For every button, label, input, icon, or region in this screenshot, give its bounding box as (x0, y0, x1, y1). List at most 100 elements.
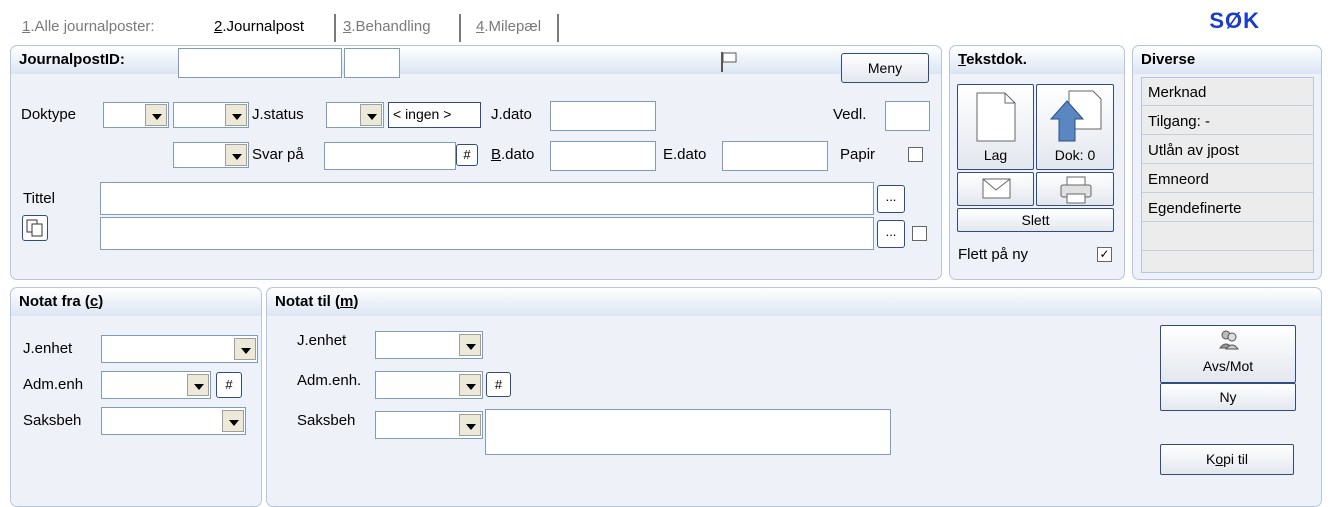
tekstdok-panel: Tekstdok. Lag Dok: 0 Slett Flett på ny ✓ (949, 45, 1125, 280)
svarpaa-label: Svar på (252, 146, 304, 163)
chevron-down-icon[interactable] (225, 104, 247, 126)
notat-fra-panel: Notat fra (c) J.enhet Adm.enh # Saksbeh (10, 287, 262, 507)
diverse-item-empty (1142, 223, 1313, 251)
document-icon (976, 92, 1016, 142)
diverse-item-tilgang[interactable]: Tilgang: - (1142, 107, 1313, 135)
diverse-panel: Diverse Merknad Tilgang: - Utlån av jpos… (1132, 45, 1322, 280)
edato-label: E.dato (663, 146, 707, 163)
tittel-1-ellipsis-button[interactable]: ... (877, 185, 905, 213)
diverse-item-egendefinerte[interactable]: Egendefinerte (1142, 194, 1313, 222)
panel-header (267, 288, 1321, 316)
diverse-item-emneord[interactable]: Emneord (1142, 165, 1313, 193)
doktype-label: Doktype (21, 106, 77, 123)
til-saksbeh-combo[interactable] (375, 411, 483, 439)
meny-button[interactable]: Meny (841, 53, 929, 83)
dok-button[interactable]: Dok: 0 (1036, 84, 1114, 170)
tab-behandling[interactable]: 3.Behandling (343, 18, 431, 35)
jstatus-combo[interactable] (326, 102, 384, 128)
tab-journalpost[interactable]: 2.Journalpost (214, 18, 304, 35)
jstatus-value[interactable]: < ingen > (388, 102, 481, 128)
tekstdok-title: Tekstdok. (958, 51, 1027, 68)
tittel-input-2[interactable] (100, 217, 874, 250)
journalpostid-suffix-input[interactable] (344, 48, 400, 78)
email-button[interactable] (957, 172, 1034, 206)
journalpost-panel: JournalpostID: Meny Doktype J.status < i… (10, 45, 942, 280)
til-admenh-hash-button[interactable]: # (486, 372, 511, 397)
tab-milepael[interactable]: 4.Milepæl (476, 18, 541, 35)
chevron-down-icon[interactable] (234, 338, 256, 360)
tittel-input-1[interactable] (100, 182, 874, 215)
chevron-down-icon[interactable] (225, 144, 247, 166)
tittel-label: Tittel (23, 190, 55, 207)
tittel-checkbox[interactable] (912, 226, 927, 241)
saksbeh-label: Saksbeh (297, 412, 356, 429)
notat-til-panel: Notat til (m) J.enhet Adm.enh. # Saksbeh… (266, 287, 1322, 507)
chevron-down-icon[interactable] (459, 414, 481, 436)
tab-separator (557, 14, 559, 42)
jdato-input[interactable] (550, 101, 656, 131)
kopi-til-button[interactable]: Kopi til (1160, 444, 1294, 475)
saksbeh-label: Saksbeh (23, 412, 82, 429)
copy-icon (26, 219, 43, 237)
chevron-down-icon[interactable] (187, 374, 209, 396)
tab-separator (334, 14, 336, 42)
tab-alle-journalposter[interactable]: 1.Alle journalposter: (22, 18, 155, 35)
chevron-down-icon[interactable] (459, 334, 481, 356)
til-jenhet-combo[interactable] (375, 331, 483, 359)
users-icon (1218, 330, 1240, 350)
flett-checkbox[interactable]: ✓ (1097, 247, 1112, 262)
jenhet-label: J.enhet (297, 332, 347, 349)
jdato-label: J.dato (491, 106, 532, 123)
chevron-down-icon[interactable] (459, 374, 481, 396)
fra-admenh-hash-button[interactable]: # (216, 372, 242, 398)
search-link[interactable]: SØK (1209, 8, 1260, 34)
lag-label: Lag (983, 147, 1008, 163)
fra-saksbeh-combo[interactable] (101, 407, 246, 435)
vedl-label: Vedl. (833, 106, 867, 123)
jenhet-label: J.enhet (23, 340, 73, 357)
til-admenh-combo[interactable] (375, 371, 483, 399)
avsmot-label: Avs/Mot (1202, 358, 1254, 374)
panel-header (11, 46, 941, 74)
tab-separator (459, 14, 461, 42)
flag-icon (721, 52, 737, 72)
papir-checkbox[interactable] (908, 147, 923, 162)
svarpaa-hash-button[interactable]: # (456, 144, 478, 166)
fra-admenh-combo[interactable] (101, 371, 211, 399)
svarpaa-type-combo[interactable] (173, 142, 249, 168)
tittel-2-ellipsis-button[interactable]: ... (877, 220, 905, 248)
journalpostid-input[interactable] (178, 48, 342, 78)
lag-button[interactable]: Lag (957, 84, 1034, 170)
diverse-list: Merknad Tilgang: - Utlån av jpost Emneor… (1141, 77, 1314, 273)
chevron-down-icon[interactable] (360, 104, 382, 126)
journalpostid-label: JournalpostID: (19, 51, 125, 68)
admenh-label: Adm.enh. (297, 372, 362, 389)
tab-bar: 1.Alle journalposter: 2.Journalpost 3.Be… (0, 0, 1332, 44)
jstatus-label: J.status (252, 106, 304, 123)
printer-icon (1060, 176, 1092, 204)
upload-arrow-icon (1049, 90, 1102, 142)
slett-button[interactable]: Slett (957, 208, 1114, 232)
flett-label: Flett på ny (958, 246, 1029, 263)
chevron-down-icon[interactable] (222, 410, 244, 432)
doktype-combo-1[interactable] (103, 102, 169, 128)
doktype-combo-2[interactable] (173, 102, 249, 128)
svarpaa-input[interactable] (324, 142, 456, 170)
notat-til-title: Notat til (m) (275, 293, 359, 310)
dok-label: Dok: 0 (1054, 147, 1096, 163)
edato-input[interactable] (722, 141, 828, 171)
papir-label: Papir (840, 146, 876, 163)
copy-title-button[interactable] (22, 215, 48, 241)
til-saksbeh-text-input[interactable] (485, 409, 891, 455)
fra-jenhet-combo[interactable] (101, 335, 258, 363)
ny-button[interactable]: Ny (1160, 383, 1296, 411)
envelope-icon (982, 178, 1011, 199)
diverse-item-utlaan[interactable]: Utlån av jpost (1142, 136, 1313, 164)
diverse-item-merknad[interactable]: Merknad (1142, 78, 1313, 106)
print-button[interactable] (1036, 172, 1114, 206)
bdato-label: B.dato (491, 146, 535, 163)
chevron-down-icon[interactable] (145, 104, 167, 126)
avsmot-button[interactable]: Avs/Mot (1160, 325, 1296, 383)
vedl-input[interactable] (885, 101, 930, 131)
bdato-input[interactable] (550, 141, 656, 171)
